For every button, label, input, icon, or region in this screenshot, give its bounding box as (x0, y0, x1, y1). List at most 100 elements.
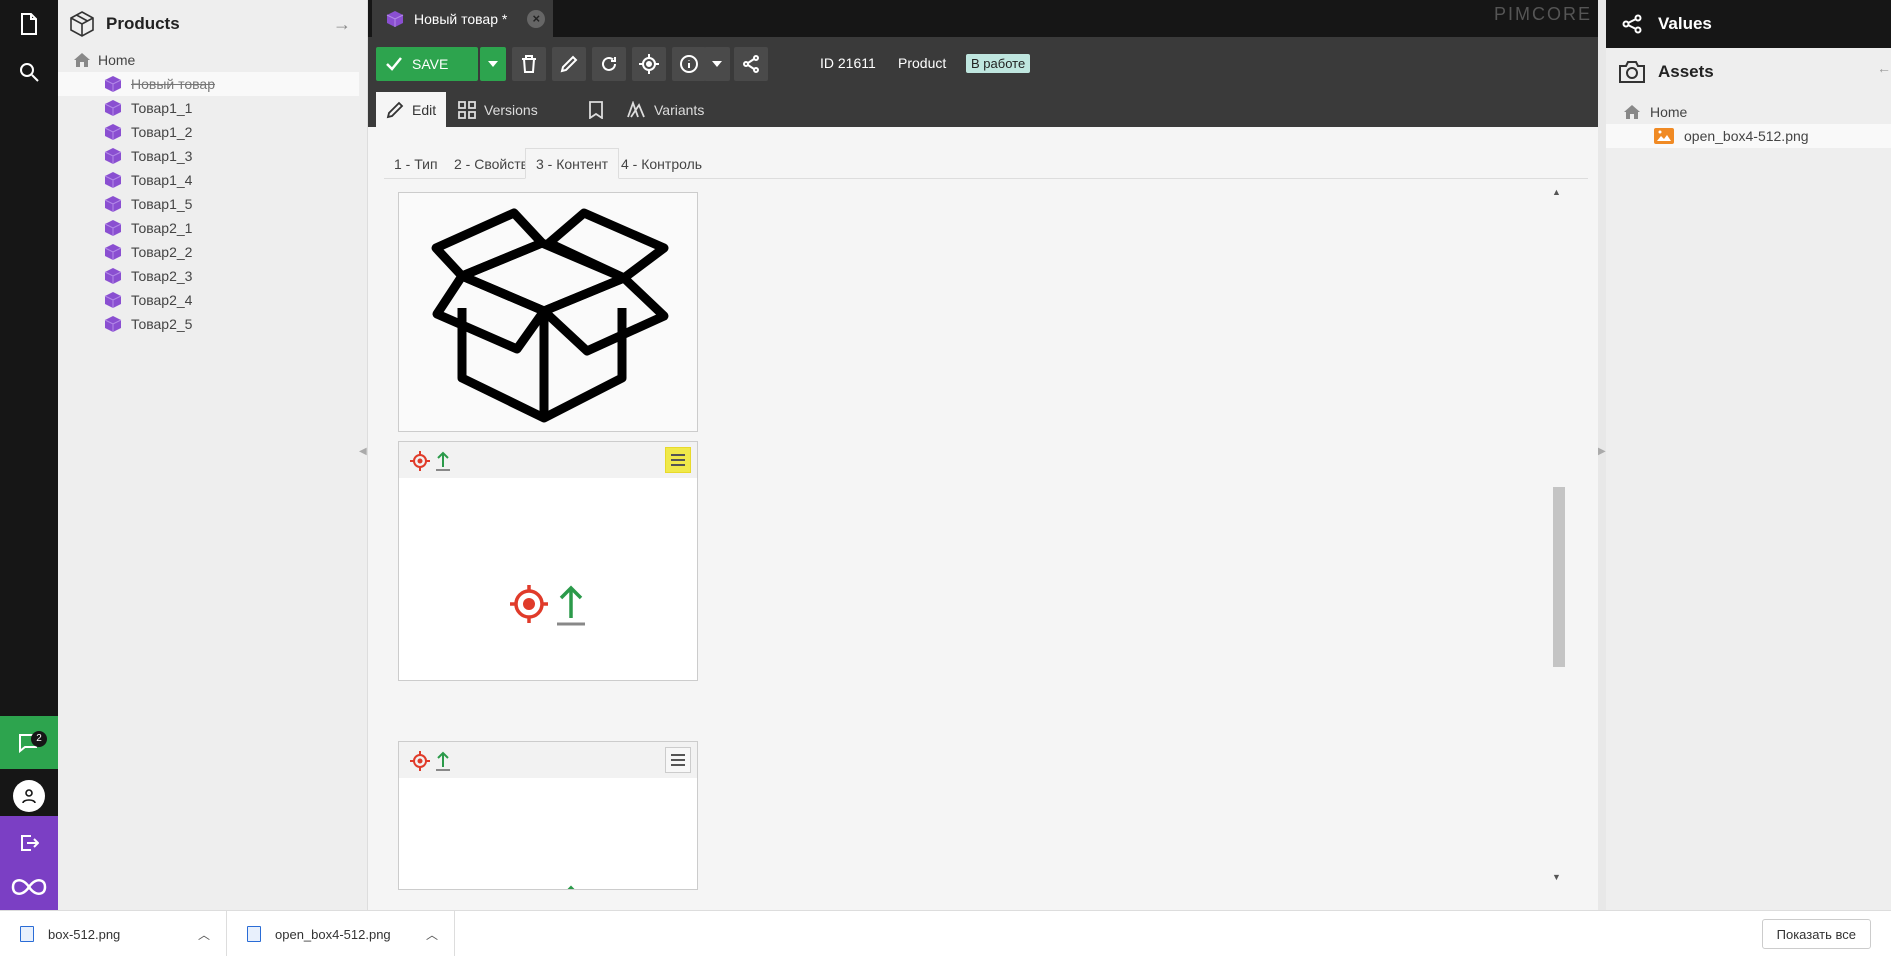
object-id: ID 21611 (820, 55, 876, 71)
user-button[interactable] (0, 769, 58, 822)
assets-panel-title: Assets (1658, 62, 1714, 81)
open-box-image (431, 208, 669, 423)
tab-bookmark[interactable] (575, 92, 617, 127)
info-dropdown-button[interactable] (704, 47, 730, 81)
editor-area: Новый товар * × PIMCORE SAVE ID 21611 Pr… (368, 0, 1598, 910)
asset-file-row[interactable]: open_box4-512.png (1606, 124, 1891, 148)
logout-button[interactable] (0, 816, 58, 869)
content-scrollbar[interactable]: ▲ ▼ (1550, 187, 1565, 882)
upload-icon[interactable] (435, 750, 451, 772)
products-tree-panel: Products → Home Новый товар Товар1_1 Товар… (58, 0, 368, 910)
menu-icon (671, 754, 685, 766)
home-icon (74, 53, 90, 67)
tree-item[interactable]: Товар1_3 (58, 144, 367, 168)
search-icon[interactable] (0, 48, 58, 96)
tree-item[interactable]: Товар1_2 (58, 120, 367, 144)
products-cube-icon (70, 11, 94, 37)
close-tab-icon[interactable]: × (527, 10, 546, 28)
delete-button[interactable] (512, 47, 546, 81)
right-panel: Values Assets ← Home open_box4-512.png (1606, 0, 1891, 910)
editor-tab-bar: Новый товар * × PIMCORE (368, 0, 1598, 37)
step-tab-type[interactable]: 1 - Тип (384, 148, 448, 179)
locate-in-tree-button[interactable] (632, 47, 666, 81)
image-field-3-menu-button[interactable] (665, 747, 691, 773)
menu-icon (671, 454, 685, 466)
notifications-button[interactable]: 2 (0, 716, 58, 769)
left-splitter[interactable]: ◀ (359, 0, 367, 910)
image-field-2-header (399, 442, 697, 478)
tree-item[interactable]: Товар2_2 (58, 240, 367, 264)
tree-items: Новый товар Товар1_1 Товар1_2 Товар1_3 Товар… (58, 72, 367, 336)
tree-item[interactable]: Товар2_5 (58, 312, 367, 336)
scroll-up-arrow-icon[interactable]: ▲ (1552, 187, 1561, 197)
download-item-1-name: box-512.png (48, 926, 121, 942)
infinity-logo-icon (11, 878, 47, 895)
reload-button[interactable] (592, 47, 626, 81)
tree-item[interactable]: Новый товар (58, 72, 367, 96)
collapse-arrow-icon[interactable]: → (333, 14, 351, 35)
tree-item[interactable]: Товар1_4 (58, 168, 367, 192)
target-icon[interactable] (409, 450, 431, 472)
tree-item-label: Товар1_4 (131, 172, 193, 188)
tree-item-label: Товар2_4 (131, 292, 193, 308)
collapse-arrow-icon[interactable]: ← (1877, 60, 1891, 76)
editor-tab-new-product[interactable]: Новый товар * × (372, 0, 554, 37)
save-dropdown-button[interactable] (480, 47, 506, 81)
rename-button[interactable] (552, 47, 586, 81)
asset-file-name: open_box4-512.png (1684, 128, 1809, 144)
share-button[interactable] (734, 47, 768, 81)
tree-item-label: Товар2_3 (131, 268, 193, 284)
tab-edit[interactable]: Edit (376, 92, 447, 127)
info-button[interactable] (672, 47, 706, 81)
tab-versions-label: Versions (484, 101, 538, 118)
chevron-up-icon[interactable]: ︿ (198, 926, 210, 943)
assets-panel-header[interactable]: Assets ← (1606, 48, 1891, 96)
object-toolbar: SAVE ID 21611 Product В работе (368, 37, 1598, 90)
tree-item-label: Товар2_5 (131, 316, 193, 332)
target-icon (639, 54, 659, 74)
tree-item[interactable]: Товар2_1 (58, 216, 367, 240)
scrollbar-thumb[interactable] (1553, 487, 1565, 667)
image-field-3[interactable] (398, 741, 698, 890)
product-cube-icon (104, 316, 122, 332)
target-icon[interactable] (409, 750, 431, 772)
download-item-1[interactable]: box-512.png ︿ (0, 911, 227, 956)
tab-variants[interactable]: Variants (616, 92, 714, 127)
scroll-down-arrow-icon[interactable]: ▼ (1552, 872, 1561, 882)
left-nav-rail: 2 (0, 0, 58, 910)
tree-item[interactable]: Товар1_1 (58, 96, 367, 120)
image-field-3-header (399, 742, 697, 778)
tree-item[interactable]: Товар1_5 (58, 192, 367, 216)
tree-item-label: Новый товар (131, 76, 215, 92)
step-tab-control[interactable]: 4 - Контроль (611, 148, 712, 179)
tree-home[interactable]: Home (58, 48, 367, 72)
tab-versions[interactable]: Versions (448, 92, 548, 127)
camera-icon (1619, 61, 1645, 83)
assets-tree-home[interactable]: Home (1606, 100, 1891, 124)
file-icon[interactable] (0, 0, 58, 48)
tree-item[interactable]: Товар2_4 (58, 288, 367, 312)
upload-icon[interactable] (435, 450, 451, 472)
download-item-2[interactable]: open_box4-512.png ︿ (227, 911, 455, 956)
chevron-up-icon[interactable]: ︿ (426, 926, 438, 943)
tree-item-label: Товар1_5 (131, 196, 193, 212)
product-cube-icon (386, 10, 404, 27)
tree-item-label: Товар1_1 (131, 100, 193, 116)
download-item-2-name: open_box4-512.png (275, 926, 391, 942)
step-tab-content[interactable]: 3 - Контент (525, 148, 620, 179)
values-panel-header[interactable]: Values (1606, 0, 1891, 48)
save-button[interactable]: SAVE (376, 47, 478, 81)
pimcore-logo-button[interactable] (0, 863, 58, 910)
image-field-1[interactable] (398, 192, 698, 432)
notification-count-badge: 2 (31, 731, 47, 747)
image-file-icon (247, 926, 261, 942)
tree-item[interactable]: Товар2_3 (58, 264, 367, 288)
image-field-2[interactable] (398, 441, 698, 681)
product-cube-icon (104, 172, 122, 188)
status-badge: В работе (966, 54, 1031, 73)
products-panel-header: Products → (58, 0, 367, 48)
show-all-downloads-button[interactable]: Показать все (1761, 919, 1871, 949)
product-cube-icon (104, 268, 122, 284)
right-splitter[interactable]: ▶ (1598, 0, 1606, 910)
image-field-2-menu-button[interactable] (665, 447, 691, 473)
